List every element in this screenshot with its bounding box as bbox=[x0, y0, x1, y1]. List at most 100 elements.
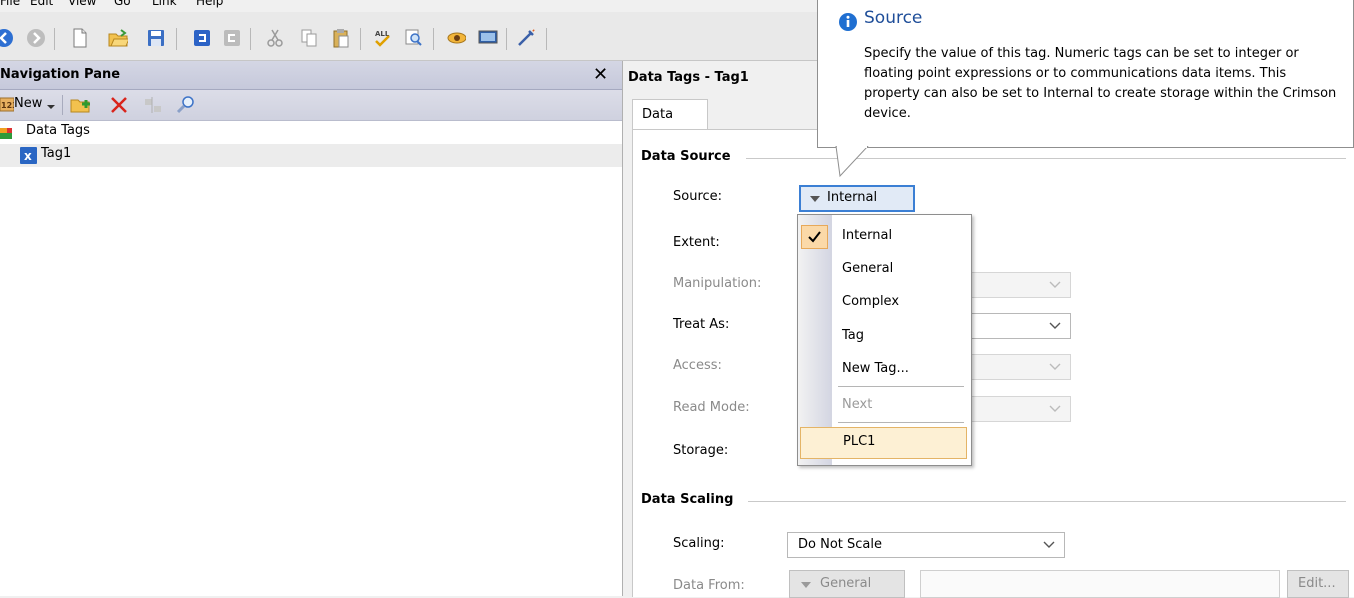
spell-check-icon[interactable]: ALL bbox=[372, 28, 392, 48]
svg-text:123: 123 bbox=[1, 101, 14, 110]
new-button[interactable]: New bbox=[14, 96, 42, 111]
chevron-down-icon bbox=[1043, 541, 1055, 548]
navigation-pane-title: Navigation Pane bbox=[0, 67, 121, 82]
menu-edit[interactable]: Edit bbox=[30, 0, 53, 8]
info-icon bbox=[838, 12, 858, 36]
menu-item-general[interactable]: General bbox=[798, 254, 971, 286]
toolbar-separator bbox=[62, 95, 63, 115]
wand-icon[interactable] bbox=[516, 28, 536, 48]
dropdown-arrow-icon bbox=[801, 582, 811, 588]
toolbar-separator bbox=[360, 28, 361, 50]
menu-file[interactable]: File bbox=[0, 0, 20, 8]
cut-icon[interactable] bbox=[265, 28, 285, 48]
menu-go[interactable]: Go bbox=[114, 0, 131, 8]
menu-item-new-tag[interactable]: New Tag... bbox=[798, 354, 971, 386]
chevron-down-icon bbox=[1049, 405, 1061, 412]
redo-icon[interactable] bbox=[222, 28, 242, 48]
toolbar-separator bbox=[54, 28, 55, 50]
find-icon[interactable] bbox=[404, 28, 424, 48]
open-folder-icon[interactable] bbox=[108, 28, 128, 48]
source-value: Internal bbox=[827, 190, 878, 205]
panel-title: Data Tags - Tag1 bbox=[628, 70, 749, 85]
toolbar-separator bbox=[433, 28, 434, 50]
tag-tree: Data Tags x Tag1 bbox=[0, 121, 622, 167]
tree-item-tag1[interactable]: x Tag1 bbox=[0, 144, 622, 167]
undo-icon[interactable] bbox=[192, 28, 212, 48]
menu-separator bbox=[838, 422, 964, 423]
save-icon[interactable] bbox=[146, 28, 166, 48]
close-icon[interactable]: ✕ bbox=[593, 64, 608, 85]
navigation-pane: Navigation Pane ✕ 123 New Data Tags bbox=[0, 61, 623, 596]
group-header-data-scaling: Data Scaling bbox=[641, 492, 734, 507]
group-header-data-source: Data Source bbox=[641, 149, 731, 164]
scaling-label: Scaling: bbox=[673, 536, 725, 551]
tooltip-title: Source bbox=[864, 8, 923, 28]
data-from-field[interactable] bbox=[920, 570, 1280, 598]
chevron-down-icon bbox=[1049, 363, 1061, 370]
display-icon[interactable] bbox=[478, 28, 498, 48]
scaling-value: Do Not Scale bbox=[798, 537, 882, 552]
data-tags-folder-icon bbox=[0, 125, 20, 145]
storage-label: Storage: bbox=[673, 443, 729, 458]
menu-separator bbox=[838, 386, 964, 387]
data-tab-content: Data Source Source: Internal Extent: Man… bbox=[632, 129, 1354, 598]
forward-icon[interactable] bbox=[26, 28, 46, 48]
tree-item-label: Tag1 bbox=[41, 146, 72, 161]
paste-icon[interactable] bbox=[331, 28, 351, 48]
treat-as-label: Treat As: bbox=[673, 317, 730, 332]
scaling-select[interactable]: Do Not Scale bbox=[787, 532, 1065, 558]
source-button[interactable]: Internal bbox=[799, 185, 915, 212]
access-label: Access: bbox=[673, 358, 722, 373]
manipulation-label: Manipulation: bbox=[673, 276, 762, 291]
menu-link[interactable]: Link bbox=[152, 0, 177, 8]
toolbar-separator bbox=[546, 28, 547, 50]
menu-item-label: Internal bbox=[842, 228, 893, 243]
chevron-down-icon bbox=[1049, 322, 1061, 329]
menu-item-internal[interactable]: Internal bbox=[798, 221, 971, 253]
toolbar-separator bbox=[250, 28, 251, 50]
data-from-value: General bbox=[820, 576, 872, 591]
navigation-toolbar: 123 New bbox=[0, 90, 622, 121]
menu-item-label: Complex bbox=[842, 294, 900, 309]
menu-item-tag[interactable]: Tag bbox=[798, 321, 971, 353]
menu-item-complex[interactable]: Complex bbox=[798, 287, 971, 319]
chevron-down-icon[interactable] bbox=[46, 100, 56, 115]
toolbar-separator bbox=[506, 28, 507, 50]
svg-text:x: x bbox=[24, 149, 32, 163]
menu-view[interactable]: View bbox=[68, 0, 96, 8]
tab-data[interactable]: Data bbox=[632, 99, 708, 130]
sort-icon[interactable] bbox=[143, 95, 165, 119]
back-icon[interactable] bbox=[0, 28, 14, 48]
copy-icon[interactable] bbox=[299, 28, 319, 48]
menu-item-label: PLC1 bbox=[843, 434, 876, 449]
source-tooltip: Source Specify the value of this tag. Nu… bbox=[817, 0, 1354, 148]
edit-button-label: Edit... bbox=[1298, 576, 1336, 591]
new-file-icon[interactable] bbox=[70, 28, 90, 48]
chevron-down-icon bbox=[1049, 281, 1061, 288]
menu-item-plc1[interactable]: PLC1 bbox=[800, 427, 967, 459]
menu-item-label: Next bbox=[842, 397, 873, 412]
edit-button[interactable]: Edit... bbox=[1287, 570, 1349, 598]
numeric-tag-icon[interactable]: 123 bbox=[0, 96, 18, 114]
dropdown-arrow-icon bbox=[810, 196, 820, 202]
source-label: Source: bbox=[673, 189, 723, 204]
check-icon bbox=[801, 225, 828, 249]
data-from-button[interactable]: General bbox=[789, 570, 905, 598]
extent-label: Extent: bbox=[673, 235, 720, 250]
link-icon[interactable] bbox=[446, 28, 466, 48]
menu-item-label: General bbox=[842, 261, 894, 276]
navigation-pane-header: Navigation Pane ✕ bbox=[0, 61, 622, 90]
tooltip-body: Specify the value of this tag. Numeric t… bbox=[864, 46, 1337, 121]
add-folder-icon[interactable] bbox=[70, 95, 92, 119]
menu-help[interactable]: Help bbox=[196, 0, 223, 8]
tag-variable-icon: x bbox=[20, 147, 37, 168]
tree-item-data-tags[interactable]: Data Tags bbox=[0, 121, 622, 144]
search-icon[interactable] bbox=[176, 95, 196, 119]
tooltip-pointer bbox=[835, 146, 869, 178]
menu-item-label: New Tag... bbox=[842, 361, 909, 376]
delete-icon[interactable] bbox=[109, 95, 129, 119]
read-mode-label: Read Mode: bbox=[673, 400, 750, 415]
source-dropdown-menu: Internal General Complex Tag New Tag... … bbox=[797, 214, 972, 466]
tree-item-label: Data Tags bbox=[26, 123, 90, 138]
menu-item-next: Next bbox=[798, 390, 971, 422]
